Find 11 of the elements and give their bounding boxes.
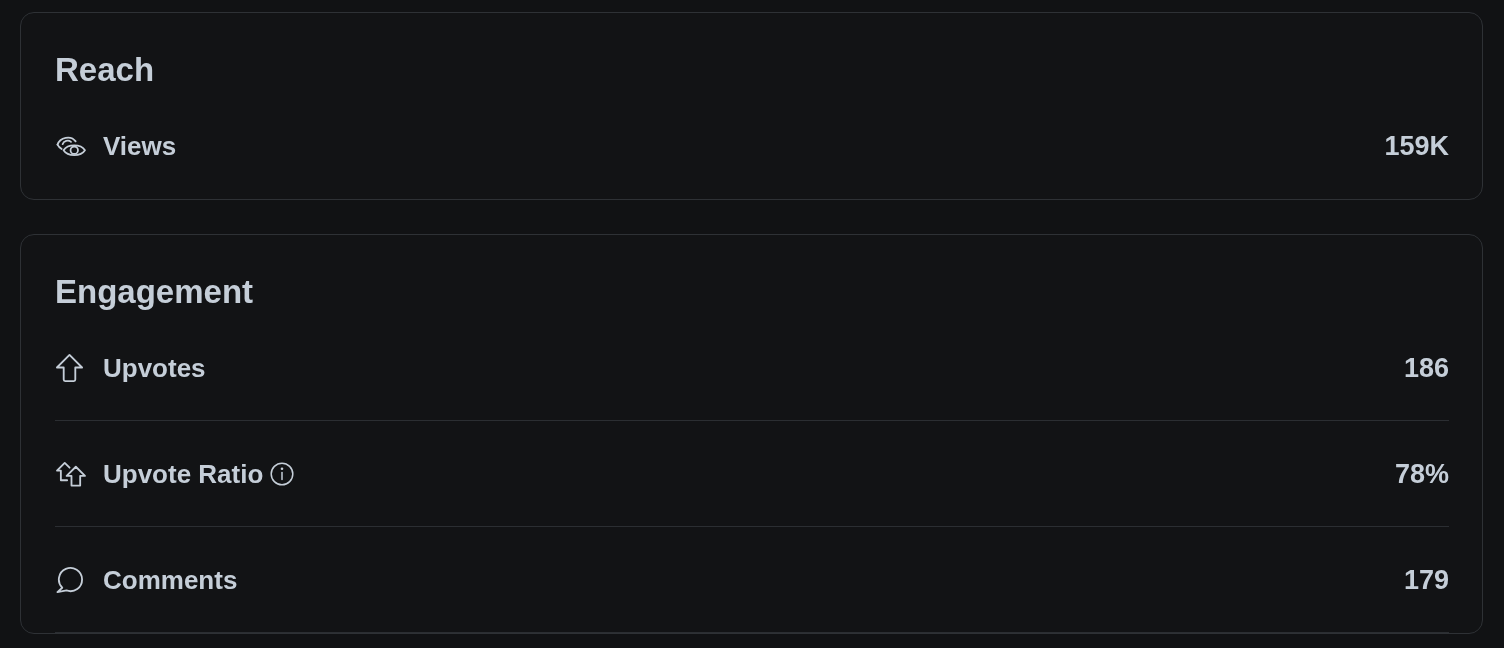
metric-label: Views [103, 130, 177, 162]
metric-value: 179 [1403, 564, 1449, 596]
section-title: Engagement [55, 274, 254, 310]
info-icon[interactable] [270, 462, 295, 486]
metric-label: Upvotes [103, 352, 206, 384]
metric-value: 78% [1394, 458, 1449, 490]
metric-value: 159K [1384, 130, 1449, 162]
metric-value: 186 [1403, 352, 1449, 384]
metric-label: Upvote Ratio [103, 458, 264, 490]
metric-label: Comments [103, 564, 238, 596]
section-title: Reach [55, 52, 155, 88]
